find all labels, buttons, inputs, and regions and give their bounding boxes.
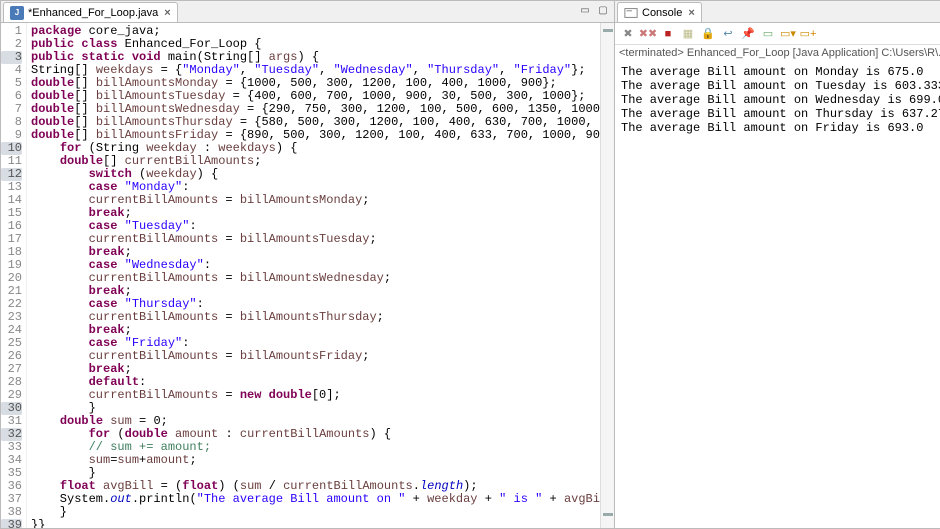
scroll-lock-icon[interactable]: 🔒 [699,25,717,43]
java-file-icon: J [10,6,24,20]
new-console-icon[interactable]: ▭+ [799,25,817,43]
terminate-icon[interactable]: ■ [659,25,677,43]
pin-icon[interactable]: 📌 [739,25,757,43]
console-tab-title: Console [642,7,682,19]
line-gutter: 1234567891011121314151617181920212223242… [1,23,27,528]
close-icon[interactable]: × [688,7,694,19]
console-status: <terminated> Enhanced_For_Loop [Java App… [615,45,940,61]
close-icon[interactable]: × [164,7,170,19]
editor-pane: J *Enhanced_For_Loop.java × ▭ ▢ 12345678… [1,1,615,528]
editor-body[interactable]: 1234567891011121314151617181920212223242… [1,23,614,528]
remove-all-icon[interactable]: ✖✖ [639,25,657,43]
editor-tab[interactable]: J *Enhanced_For_Loop.java × [3,2,178,22]
word-wrap-icon[interactable]: ↩ [719,25,737,43]
console-toolbar: ✖ ✖✖ ■ ▦ 🔒 ↩ 📌 ▭ ▭▾ ▭+ [615,23,940,45]
display-icon[interactable]: ▭ [759,25,777,43]
clear-icon[interactable]: ▦ [679,25,697,43]
console-pane: Console × ▭ ▢ ✖ ✖✖ ■ ▦ 🔒 ↩ 📌 ▭ ▭▾ ▭+ <te… [615,1,940,528]
overview-ruler[interactable] [600,23,614,528]
editor-tab-title: *Enhanced_For_Loop.java [28,7,158,19]
remove-launch-icon[interactable]: ✖ [619,25,637,43]
minimize-icon[interactable]: ▭ [578,3,592,17]
console-icon [624,6,638,20]
maximize-icon[interactable]: ▢ [596,3,610,17]
code-area[interactable]: package core_java;public class Enhanced_… [27,23,600,528]
editor-tabbar: J *Enhanced_For_Loop.java × ▭ ▢ [1,1,614,23]
console-tabbar: Console × ▭ ▢ [615,1,940,23]
console-output[interactable]: The average Bill amount on Monday is 675… [615,61,940,528]
console-tab[interactable]: Console × [617,2,702,22]
open-console-icon[interactable]: ▭▾ [779,25,797,43]
